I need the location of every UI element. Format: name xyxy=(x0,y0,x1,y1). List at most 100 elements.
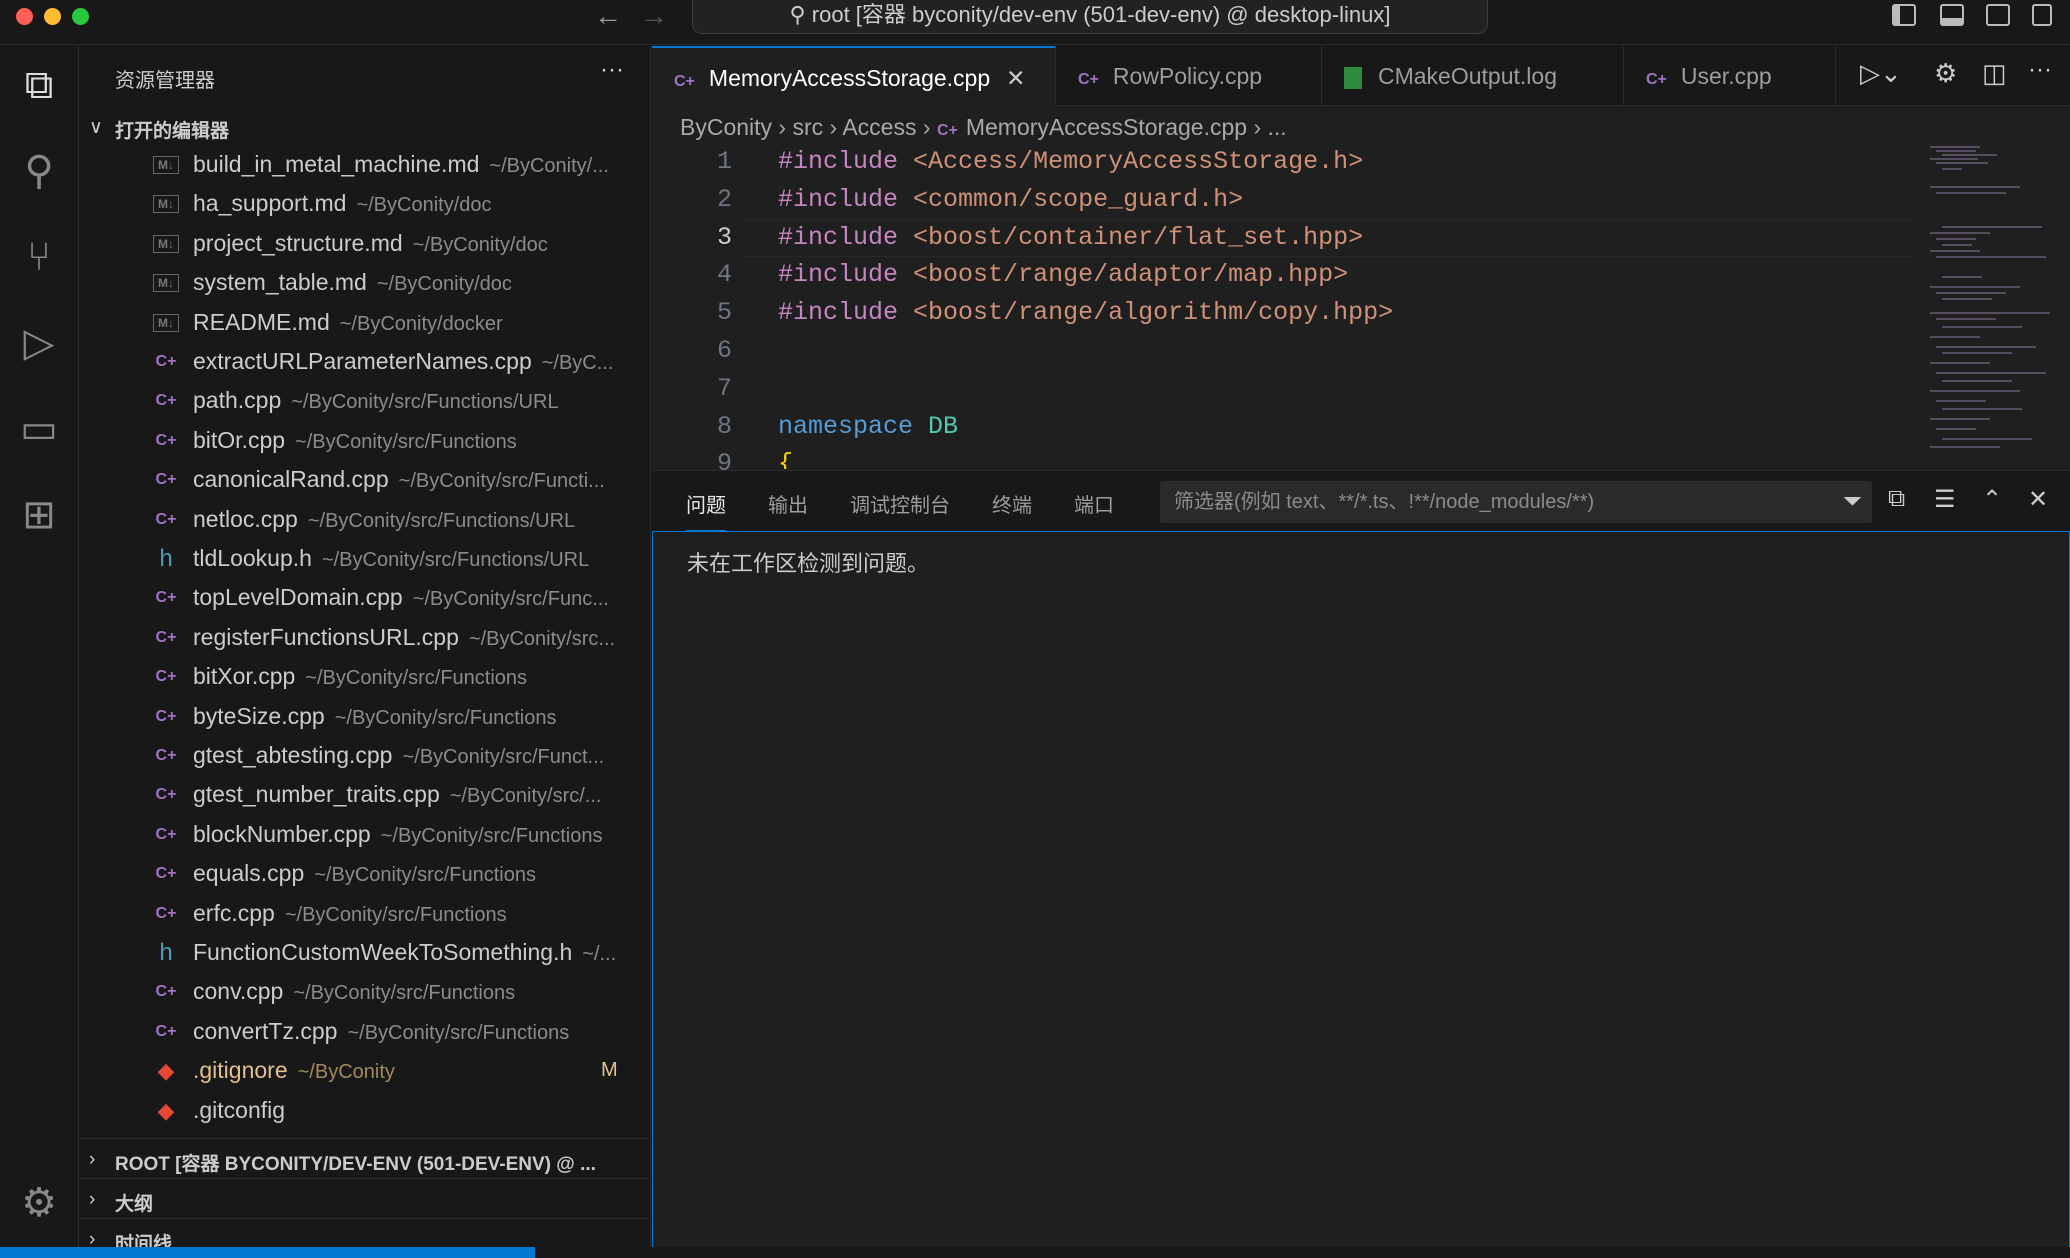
file-name: topLevelDomain.cpp ~/ByConity/src/Func... xyxy=(193,578,609,617)
close-panel-icon[interactable]: ✕ xyxy=(2028,485,2048,514)
minimize-window-button[interactable] xyxy=(44,8,61,25)
open-editors-section[interactable]: ∨ 打开的编辑器 xyxy=(79,116,651,143)
markdown-file-icon: M↓ xyxy=(153,274,179,293)
breadcrumb-file[interactable]: MemoryAccessStorage.cpp xyxy=(966,114,1247,140)
open-editor-item[interactable]: C+ blockNumber.cpp ~/ByConity/src/Function… xyxy=(79,815,651,854)
open-editor-item[interactable]: M↓ system_table.md ~/ByConity/doc xyxy=(79,263,651,302)
file-name-label: conv.cpp xyxy=(193,978,284,1005)
extensions-icon[interactable]: ⊞ xyxy=(14,490,64,540)
open-editor-item[interactable]: h FunctionCustomWeekToSomething.h ~/... xyxy=(79,933,651,972)
breadcrumb-byconity[interactable]: ByConity xyxy=(680,114,772,140)
file-name-label: ha_support.md xyxy=(193,190,347,217)
tab-ports[interactable]: 端口 xyxy=(1074,489,1114,518)
maximize-panel-icon[interactable]: ⌃ xyxy=(1982,485,2002,514)
open-editor-item[interactable]: C+ equals.cpp ~/ByConity/src/Functions xyxy=(79,854,651,893)
remote-explorer-icon[interactable]: ▭ xyxy=(14,404,64,454)
arrow-left-icon[interactable]: ← xyxy=(594,0,622,32)
run-debug-icon[interactable]: ▷ xyxy=(14,318,64,368)
gear-icon[interactable]: ⚙ xyxy=(1934,58,1957,89)
cpp-file-icon: C+ xyxy=(155,825,177,843)
cpp-file-icon: C+ xyxy=(1646,71,1667,88)
file-path: ~/ByConity/src/Func... xyxy=(412,588,609,611)
open-editor-item[interactable]: ◆ .gitconfig xyxy=(79,1091,651,1130)
open-editor-item[interactable]: C+ gtest_number_traits.cpp ~/ByConity/src/… xyxy=(79,775,651,814)
tab-rowpolicy[interactable]: C+ RowPolicy.cpp xyxy=(1056,46,1322,106)
maximize-window-button[interactable] xyxy=(72,8,89,25)
filter-input[interactable]: 筛选器(例如 text、**/*.ts、!**/node_modules/**)… xyxy=(1160,481,1872,523)
search-icon[interactable]: ⚲ xyxy=(14,146,64,196)
tab-user[interactable]: C+ User.cpp xyxy=(1624,46,1836,106)
open-editor-item[interactable]: C+ gtest_abtesting.cpp ~/ByConity/src/Func… xyxy=(79,736,651,775)
open-editor-item[interactable]: C+ bitXor.cpp ~/ByConity/src/Functions xyxy=(79,657,651,696)
title-bar: ← → ⚲ root [容器 byconity/dev-env (501-dev… xyxy=(0,0,2070,45)
breadcrumb-access[interactable]: Access xyxy=(842,114,916,140)
open-editor-item[interactable]: C+ convertTz.cpp ~/ByConity/src/Functions xyxy=(79,1012,651,1051)
close-window-button[interactable] xyxy=(16,8,33,25)
file-name-label: convertTz.cpp xyxy=(193,1017,338,1044)
collapse-all-icon[interactable]: ⧉ xyxy=(1888,485,1905,513)
tab-problems[interactable]: 问题 xyxy=(686,489,726,532)
minimap[interactable] xyxy=(1930,146,2060,466)
open-editor-item[interactable]: M↓ project_structure.md ~/ByConity/doc xyxy=(79,224,651,263)
tab-terminal[interactable]: 终端 xyxy=(992,489,1032,518)
open-editor-item[interactable]: M↓ build_in_metal_machine.md ~/ByConity/..… xyxy=(79,145,651,184)
file-name: registerFunctionsURL.cpp ~/ByConity/src..… xyxy=(193,618,615,657)
tab-cmakeoutput[interactable]: CMakeOutput.log xyxy=(1322,46,1624,106)
filter-icon[interactable]: ⏷ xyxy=(1843,481,1862,523)
open-editor-item[interactable]: M↓ README.md ~/ByConity/docker xyxy=(79,303,651,342)
command-center[interactable]: ⚲ root [容器 byconity/dev-env (501-dev-env… xyxy=(692,0,1488,34)
problems-list: 未在工作区检测到问题。 xyxy=(652,531,2070,1248)
toggle-sidebar-icon[interactable] xyxy=(1892,4,1916,26)
run-debug-icon[interactable]: ▷⌄ xyxy=(1860,58,1902,89)
open-editor-item[interactable]: C+ path.cpp ~/ByConity/src/Functions/URL xyxy=(79,381,651,420)
root-folder-section[interactable]: › ROOT [容器 BYCONITY/DEV-ENV (501-DEV-ENV)… xyxy=(79,1138,651,1178)
file-path: ~/... xyxy=(582,943,617,965)
remote-indicator[interactable] xyxy=(0,1247,535,1258)
tab-memoryaccessstorage[interactable]: C+ MemoryAccessStorage.cpp ✕ xyxy=(652,46,1056,106)
tab-output[interactable]: 输出 xyxy=(768,489,808,518)
cpp-file-icon: C+ xyxy=(155,707,177,725)
open-editor-item[interactable]: ◆ .gitignore ~/ByConity M xyxy=(79,1051,651,1090)
gear-icon[interactable]: ⚙ xyxy=(14,1178,64,1228)
close-icon[interactable]: ✕ xyxy=(1006,65,1025,91)
minimap-line xyxy=(1942,408,2022,410)
outline-section[interactable]: › 大纲 xyxy=(79,1178,651,1218)
toggle-panel-icon[interactable] xyxy=(1940,4,1964,26)
open-editor-item[interactable]: M↓ ha_support.md ~/ByConity/doc xyxy=(79,184,651,223)
file-path: ~/ByConity/src/Functions xyxy=(314,864,536,887)
open-editor-item[interactable]: C+ byteSize.cpp ~/ByConity/src/Functions xyxy=(79,697,651,736)
more-actions-button[interactable]: ··· xyxy=(600,56,624,84)
file-path: ~/ByConity/src/Functions/URL xyxy=(321,549,590,571)
file-name-label: .gitconfig xyxy=(193,1096,286,1123)
toggle-secondary-sidebar-icon[interactable] xyxy=(1986,4,2010,26)
file-name: byteSize.cpp ~/ByConity/src/Functions xyxy=(193,697,556,736)
open-editor-item[interactable]: C+ erfc.cpp ~/ByConity/src/Functions xyxy=(79,894,651,933)
open-editor-item[interactable]: C+ extractURLParameterNames.cpp ~/ByC... xyxy=(79,342,651,381)
open-editor-item[interactable]: C+ conv.cpp ~/ByConity/src/Functions xyxy=(79,972,651,1011)
source-control-icon[interactable]: ⑂ xyxy=(14,232,64,282)
minimap-line xyxy=(1930,312,2050,314)
customize-layout-icon[interactable] xyxy=(2032,4,2052,26)
file-name: gtest_number_traits.cpp ~/ByConity/src/..… xyxy=(193,775,601,814)
file-name: .gitignore ~/ByConity xyxy=(193,1051,395,1090)
view-as-list-icon[interactable]: ☰ xyxy=(1934,485,1956,514)
open-editor-item[interactable]: C+ topLevelDomain.cpp ~/ByConity/src/Func.… xyxy=(79,578,651,617)
open-editor-item[interactable]: C+ canonicalRand.cpp ~/ByConity/src/Functi… xyxy=(79,460,651,499)
more-actions-icon[interactable]: ··· xyxy=(2028,56,2052,84)
open-editor-item[interactable]: h tldLookup.h ~/ByConity/src/Functions/URL xyxy=(79,539,651,578)
code-line: #include <common/scope_guard.h> xyxy=(778,185,1243,214)
breadcrumb-src[interactable]: src xyxy=(793,114,824,140)
open-editor-item[interactable]: C+ registerFunctionsURL.cpp ~/ByConity/src… xyxy=(79,618,651,657)
sidebar-title: 资源管理器 xyxy=(115,70,215,92)
arrow-right-icon[interactable]: → xyxy=(640,0,668,32)
split-editor-icon[interactable]: ◫ xyxy=(1982,58,2007,89)
minimap-line xyxy=(1930,158,1978,160)
tab-debug-console[interactable]: 调试控制台 xyxy=(850,489,950,518)
explorer-icon[interactable]: ⧉ xyxy=(14,60,64,110)
open-editor-item[interactable]: C+ netloc.cpp ~/ByConity/src/Functions/URL xyxy=(79,500,651,539)
minimap-line xyxy=(1936,428,1976,430)
open-editor-item[interactable]: C+ bitOr.cpp ~/ByConity/src/Functions xyxy=(79,421,651,460)
file-name-label: erfc.cpp xyxy=(193,899,275,926)
breadcrumb-symbol[interactable]: ... xyxy=(1268,114,1287,140)
search-icon: ⚲ xyxy=(789,2,812,27)
